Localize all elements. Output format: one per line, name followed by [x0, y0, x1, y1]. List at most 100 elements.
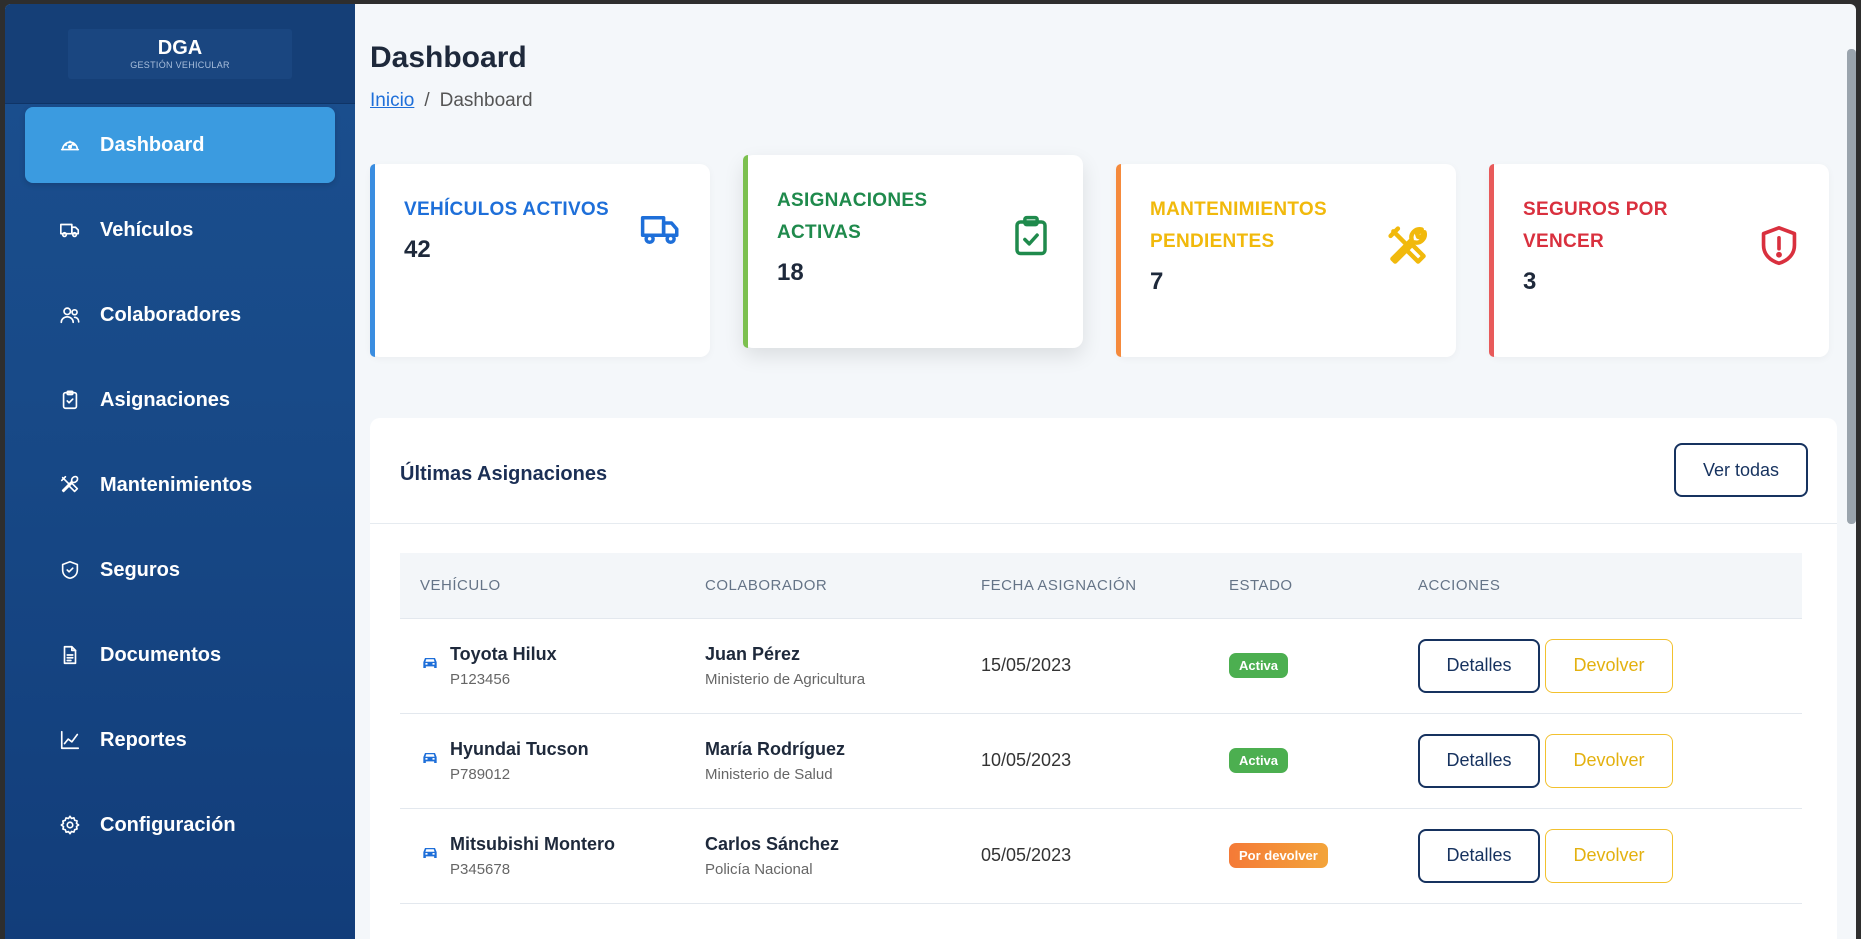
column-header-estado[interactable]: ESTADO	[1229, 553, 1418, 619]
vehicle-name: Toyota Hilux	[450, 643, 557, 664]
sidebar-item-asignaciones[interactable]: Asignaciones	[25, 362, 335, 438]
details-button[interactable]: Detalles	[1418, 733, 1540, 788]
sidebar-item-label: Asignaciones	[100, 388, 231, 411]
collaborator-name: María Rodríguez	[705, 738, 846, 759]
return-button[interactable]: Devolver	[1545, 733, 1673, 788]
status-cell: Por devolver	[1229, 808, 1418, 903]
return-button[interactable]: Devolver	[1545, 638, 1673, 693]
sidebar-item-configuracion[interactable]: Configuración	[25, 787, 335, 863]
vehicle-plate: P345678	[450, 860, 511, 878]
sidebar-item-documentos[interactable]: Documentos	[25, 617, 335, 693]
sidebar-item-vehiculos[interactable]: Vehículos	[25, 192, 335, 268]
car-icon	[420, 843, 450, 868]
sidebar-item-label: Dashboard	[100, 133, 205, 156]
actions-cell: Detalles Devolver	[1418, 618, 1802, 713]
main-content: Dashboard Inicio / Dashboard VEHÍCULOS A…	[355, 4, 1856, 939]
status-cell: Activa	[1229, 618, 1418, 713]
sidebar-item-dashboard[interactable]: Dashboard	[25, 107, 335, 183]
latest-assignments-panel: Últimas Asignaciones Ver todas VEHÍCULO …	[370, 418, 1837, 939]
column-header-acciones: ACCIONES	[1418, 553, 1802, 619]
card-accent-bar	[1489, 164, 1494, 357]
vehicle-name: Hyundai Tucson	[450, 738, 589, 759]
vehicle-plate: P789012	[450, 765, 511, 783]
clipboard-check-icon	[58, 388, 82, 412]
tools-icon	[1386, 224, 1430, 273]
stat-label: VEHÍCULOS ACTIVOS	[404, 199, 609, 220]
line-chart-icon	[58, 728, 82, 752]
tools-icon	[58, 473, 82, 497]
actions-cell: Detalles Devolver	[1418, 808, 1802, 903]
truck-icon	[640, 212, 682, 253]
car-icon	[420, 748, 450, 773]
collaborator-org: Ministerio de Agricultura	[705, 670, 866, 688]
table-row: Hyundai Tucson P789012 María Rodríguez M…	[400, 713, 1802, 808]
column-header-fecha[interactable]: FECHA ASIGNACIÓN	[981, 553, 1229, 619]
status-badge: Activa	[1229, 748, 1289, 773]
table-header-row: VEHÍCULO COLABORADOR FECHA ASIGNACIÓN ES…	[400, 553, 1802, 619]
clipboard-check-icon	[1013, 215, 1049, 262]
stat-label: ASIGNACIONES ACTIVAS	[777, 190, 928, 243]
brand-tagline: GESTIÓN VEHICULAR	[130, 59, 230, 70]
view-all-button[interactable]: Ver todas	[1674, 443, 1808, 497]
truck-icon	[58, 218, 82, 242]
card-accent-bar	[370, 164, 375, 357]
status-cell: Activa	[1229, 713, 1418, 808]
vehicle-name: Mitsubishi Montero	[450, 833, 615, 854]
assignment-date: 05/05/2023	[981, 845, 1072, 865]
sidebar-nav: Dashboard Vehículos Colaboradores Asigna…	[25, 104, 335, 863]
column-header-colaborador[interactable]: COLABORADOR	[705, 553, 981, 619]
stat-card-vehiculos[interactable]: VEHÍCULOS ACTIVOS 42	[370, 164, 710, 357]
sidebar-item-seguros[interactable]: Seguros	[25, 532, 335, 608]
page-title: Dashboard	[370, 41, 527, 74]
assignment-date: 15/05/2023	[981, 655, 1072, 675]
panel-title: Últimas Asignaciones	[400, 463, 608, 485]
collaborator-org: Ministerio de Salud	[705, 765, 833, 783]
brand-logo[interactable]: DGA GESTIÓN VEHICULAR	[68, 28, 292, 79]
app-window: DGA GESTIÓN VEHICULAR Dashboard Vehículo…	[5, 4, 1856, 939]
panel-header: Últimas Asignaciones Ver todas	[370, 418, 1837, 524]
breadcrumb: Inicio / Dashboard	[370, 90, 533, 112]
table-row: Toyota Hilux P123456 Juan Pérez Minister…	[400, 618, 1802, 713]
sidebar-item-label: Mantenimientos	[100, 473, 253, 496]
sidebar-item-colaboradores[interactable]: Colaboradores	[25, 277, 335, 353]
vehicle-plate: P123456	[450, 670, 511, 688]
stat-card-mantenimientos[interactable]: MANTENIMIENTOS PENDIENTES 7	[1116, 164, 1456, 357]
breadcrumb-home-link[interactable]: Inicio	[370, 90, 414, 112]
sidebar-item-reportes[interactable]: Reportes	[25, 702, 335, 778]
card-accent-bar	[1116, 164, 1121, 357]
brand-name: DGA	[157, 36, 203, 59]
collaborator-cell: Carlos Sánchez Policía Nacional	[705, 808, 981, 903]
collaborator-name: Juan Pérez	[705, 643, 801, 664]
stat-value: 3	[1523, 268, 1537, 295]
sidebar-item-label: Colaboradores	[100, 303, 242, 326]
users-icon	[58, 303, 82, 327]
status-badge: Activa	[1229, 653, 1289, 678]
details-button[interactable]: Detalles	[1418, 638, 1540, 693]
vertical-scrollbar[interactable]	[1847, 49, 1856, 524]
shield-alert-icon	[1759, 224, 1799, 273]
return-button[interactable]: Devolver	[1545, 828, 1673, 883]
stat-label: SEGUROS POR VENCER	[1523, 199, 1668, 252]
shield-check-icon	[58, 558, 82, 582]
stat-value: 18	[777, 259, 804, 286]
collaborator-name: Carlos Sánchez	[705, 833, 840, 854]
details-button[interactable]: Detalles	[1418, 828, 1540, 883]
gear-icon	[58, 813, 82, 837]
sidebar-item-mantenimientos[interactable]: Mantenimientos	[25, 447, 335, 523]
document-icon	[58, 643, 82, 667]
card-accent-bar	[743, 155, 748, 348]
collaborator-cell: María Rodríguez Ministerio de Salud	[705, 713, 981, 808]
column-header-vehiculo[interactable]: VEHÍCULO	[400, 553, 705, 619]
vehicle-cell: Hyundai Tucson P789012	[400, 713, 705, 808]
actions-cell: Detalles Devolver	[1418, 713, 1802, 808]
brand-header: DGA GESTIÓN VEHICULAR	[5, 4, 355, 104]
sidebar: DGA GESTIÓN VEHICULAR Dashboard Vehículo…	[5, 4, 355, 939]
breadcrumb-separator: /	[424, 90, 430, 111]
stat-card-asignaciones[interactable]: ASIGNACIONES ACTIVAS 18	[743, 155, 1083, 348]
vehicle-cell: Mitsubishi Montero P345678	[400, 808, 705, 903]
stat-label: MANTENIMIENTOS PENDIENTES	[1150, 199, 1327, 252]
assignments-table: VEHÍCULO COLABORADOR FECHA ASIGNACIÓN ES…	[400, 553, 1802, 904]
sidebar-item-label: Documentos	[100, 643, 222, 666]
stat-card-seguros[interactable]: SEGUROS POR VENCER 3	[1489, 164, 1829, 357]
stat-value: 7	[1150, 268, 1164, 295]
